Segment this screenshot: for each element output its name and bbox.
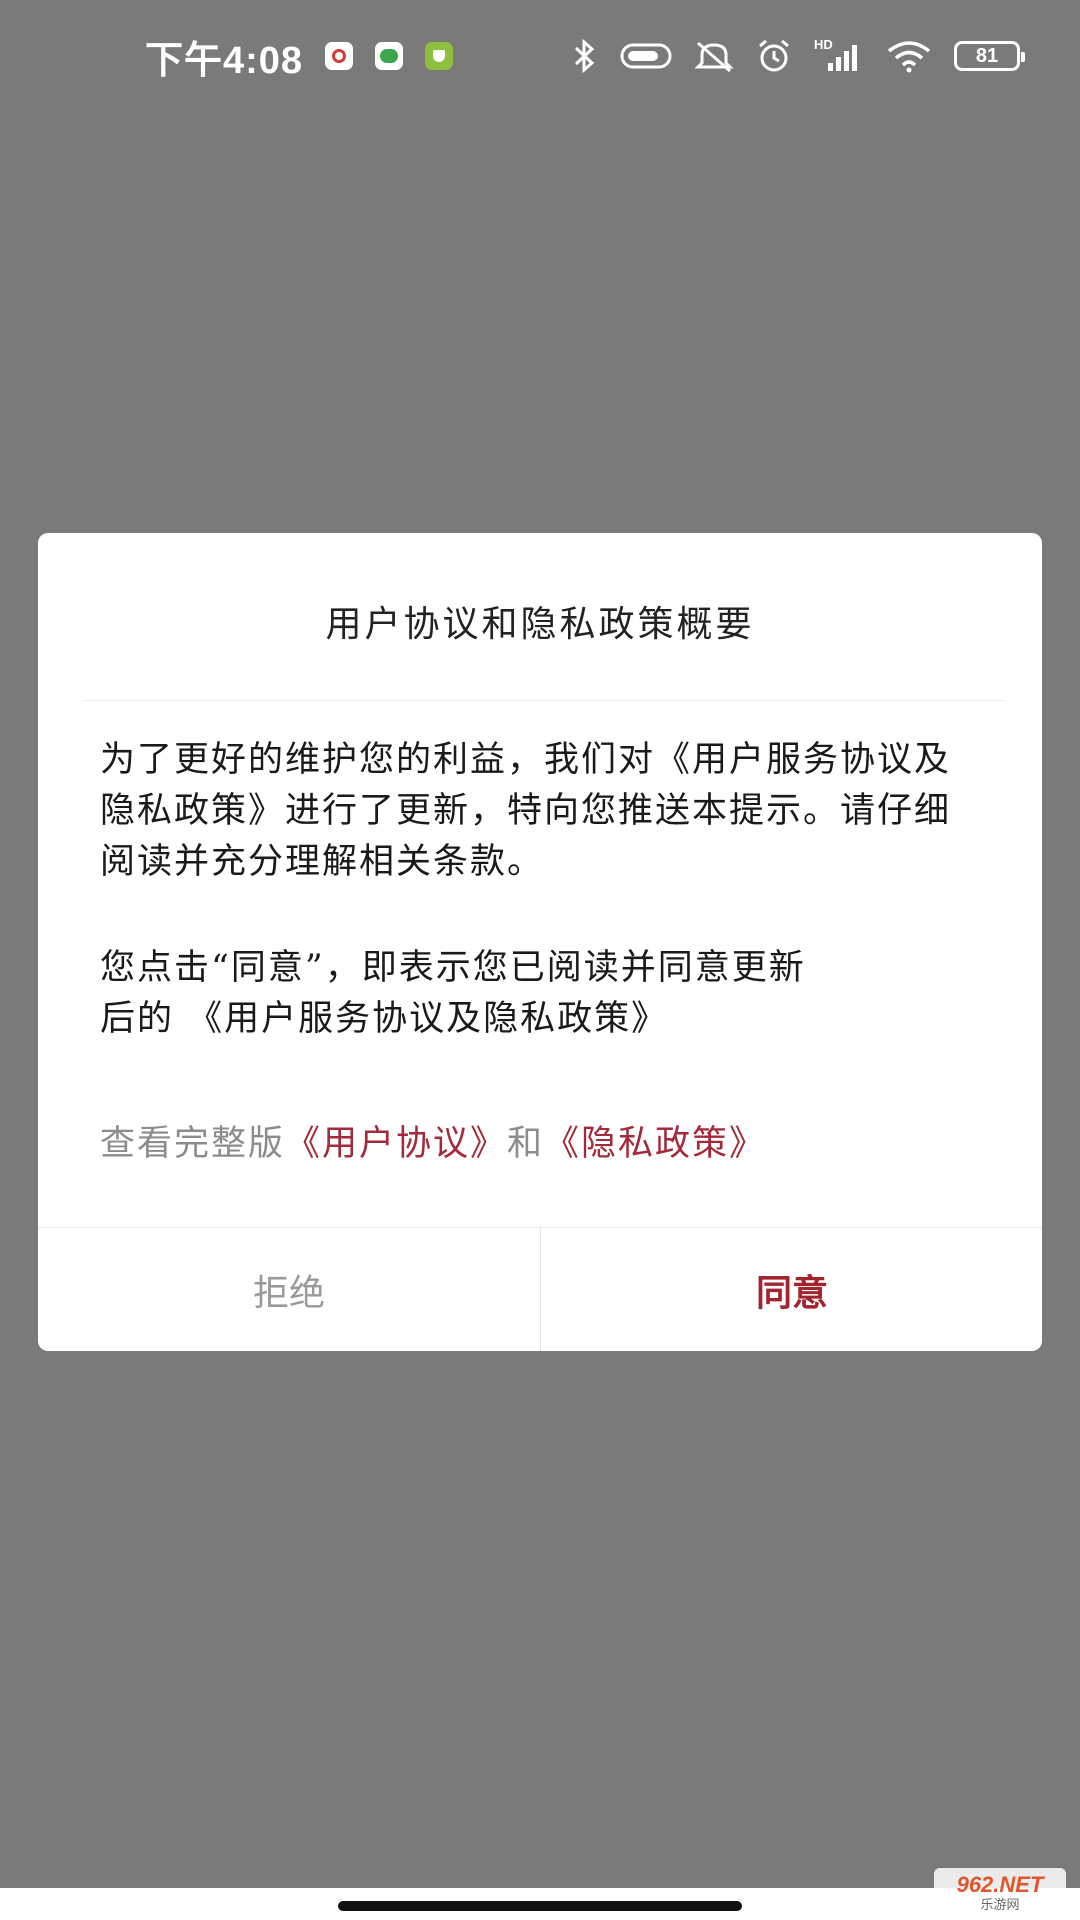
watermark-top: 962.NET (956, 1871, 1044, 1897)
battery-icon: 81 (954, 41, 1025, 71)
links-prefix: 查看完整版 (100, 1124, 286, 1164)
user-agreement-link[interactable]: 《用户协议》 (285, 1124, 507, 1164)
mute-icon (694, 41, 734, 73)
home-indicator[interactable] (338, 1901, 742, 1911)
privacy-policy-link[interactable]: 《隐私政策》 (544, 1124, 766, 1164)
full-version-links: 查看完整版《用户协议》和《隐私政策》 (100, 1115, 980, 1166)
netease-music-icon (325, 42, 354, 70)
wifi-icon (887, 41, 931, 73)
dialog-title: 用户协议和隐私政策概要 (325, 604, 755, 645)
signal-icon: HD (814, 37, 864, 73)
watermark-bottom: 乐游网 (980, 1896, 1020, 1912)
dialog-paragraph-2: 您点击“同意”，即表示您已阅读并同意更新 后的 《用户服务协议及隐私政策》 (100, 943, 980, 1045)
dialog-paragraph-2-line-1: 您点击“同意”，即表示您已阅读并同意更新 (100, 948, 806, 988)
watermark-logo: 962.NET 乐游网 (934, 1868, 1066, 1916)
reject-button[interactable]: 拒绝 (38, 1228, 540, 1351)
toggle-icon (620, 43, 672, 69)
wechat-icon (375, 42, 404, 70)
agree-button[interactable]: 同意 (541, 1228, 1042, 1351)
links-and: 和 (507, 1124, 545, 1164)
battery-level: 81 (975, 44, 999, 67)
status-left: 下午4:08 (145, 29, 454, 84)
status-bar: 下午4:08 HD 81 (0, 0, 1080, 112)
bluetooth-icon (574, 39, 595, 73)
dialog-body: 为了更好的维护您的利益，我们对《用户服务协议及隐私政策》进行了更新，特向您推送本… (100, 735, 980, 1045)
title-divider (82, 700, 1006, 701)
privacy-dialog: 用户协议和隐私政策概要 为了更好的维护您的利益，我们对《用户服务协议及隐私政策》… (38, 533, 1042, 1351)
alarm-icon (759, 39, 789, 72)
dialog-paragraph-1: 为了更好的维护您的利益，我们对《用户服务协议及隐私政策》进行了更新，特向您推送本… (100, 740, 952, 882)
status-time: 下午4:08 (145, 39, 304, 82)
security-icon (425, 42, 454, 70)
dialog-paragraph-2-line-2: 后的 《用户服务协议及隐私政策》 (100, 999, 669, 1039)
status-right: HD 81 (572, 37, 1025, 74)
